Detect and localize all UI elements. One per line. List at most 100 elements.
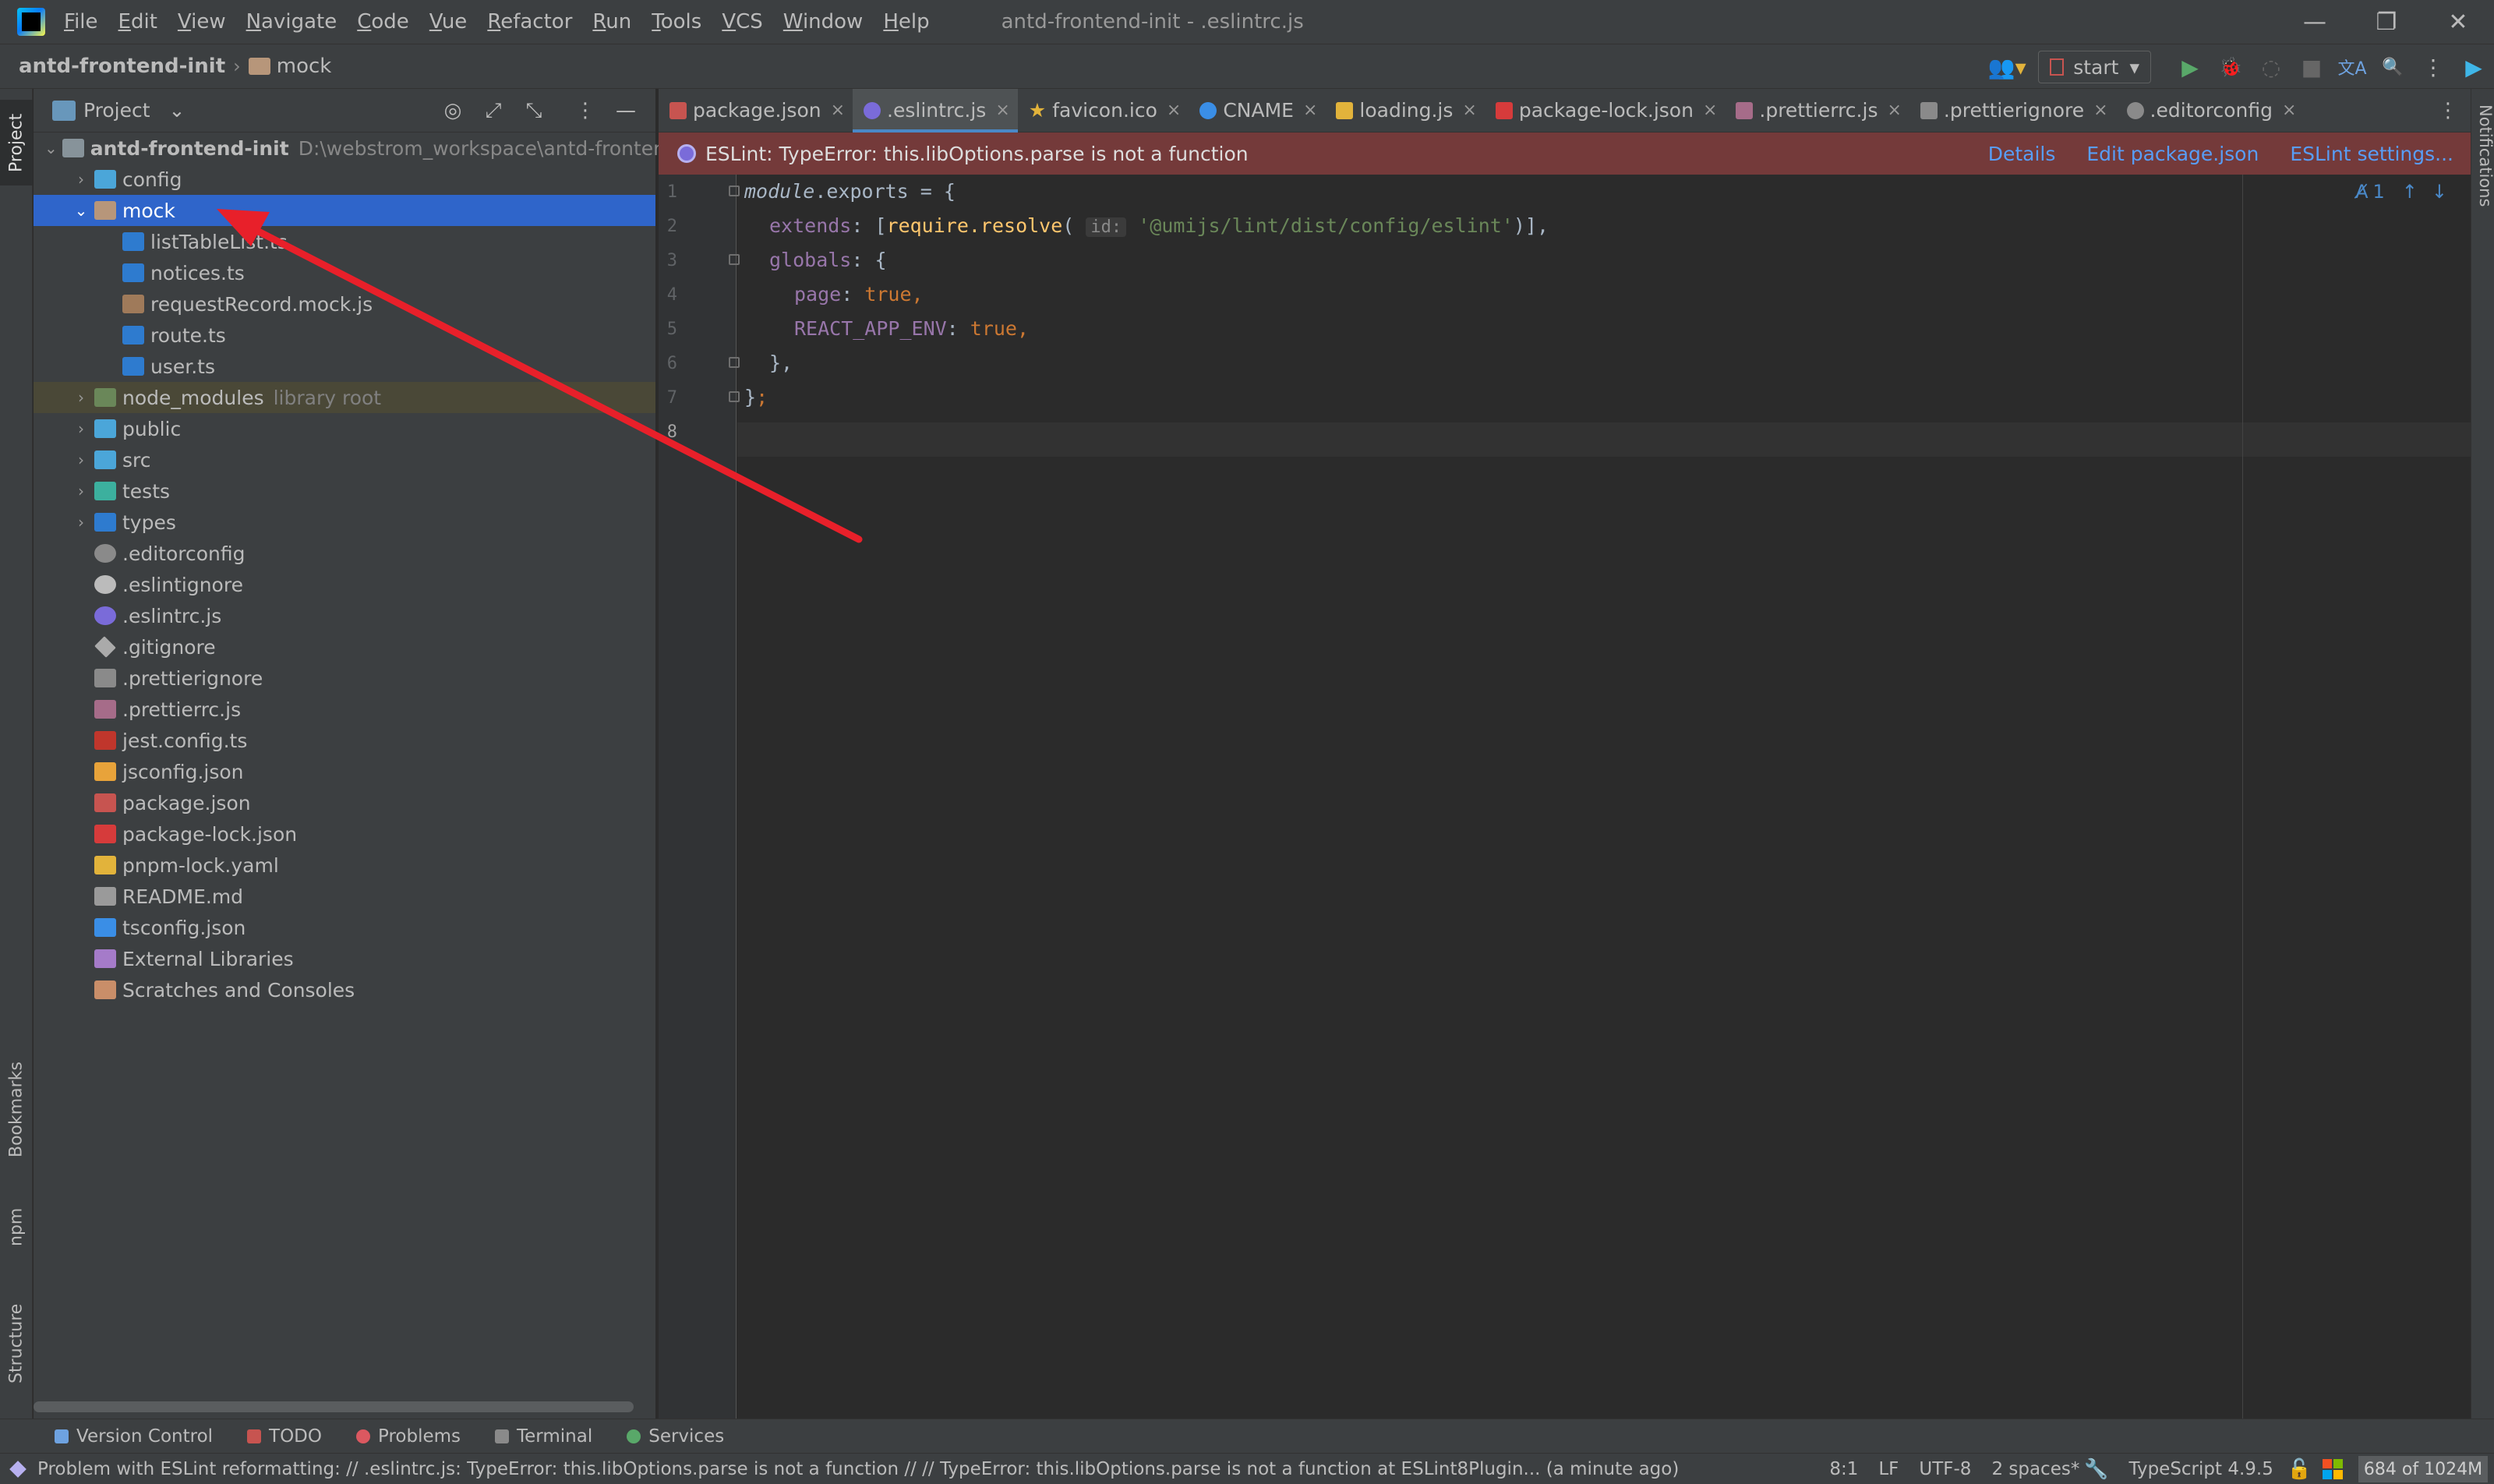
user-icon[interactable]: 👥▾ (1976, 44, 2038, 90)
tree-item-public[interactable]: › public (34, 413, 655, 444)
close-icon[interactable]: × (995, 101, 1009, 120)
menu-vcs[interactable]: VCS (719, 10, 765, 34)
version-control-button[interactable]: Version Control (55, 1426, 213, 1447)
details-link[interactable]: Details (1988, 143, 2056, 165)
tree-item-node-modules[interactable]: › node_modules library root (34, 382, 655, 413)
menu-run[interactable]: Run (589, 10, 634, 34)
terminal-button[interactable]: Terminal (495, 1426, 592, 1447)
hide-panel-icon[interactable]: — (606, 99, 646, 122)
project-tool-tab[interactable]: Project (0, 100, 33, 186)
eslint-settings-link[interactable]: ESLint settings... (2290, 143, 2453, 165)
arrow-up-icon[interactable]: ↑ (2402, 181, 2418, 203)
breadcrumb-project[interactable]: antd-frontend-init (19, 55, 225, 78)
menu-navigate[interactable]: Navigate (243, 10, 341, 34)
close-icon[interactable]: × (1167, 101, 1181, 120)
coverage-icon[interactable]: ◌ (2251, 44, 2291, 90)
problems-button[interactable]: Problems (356, 1426, 461, 1447)
tree-item-mock[interactable]: ⌄ mock (34, 195, 655, 226)
tab-eslintrc[interactable]: .eslintrc.js × (853, 88, 1018, 132)
menu-edit[interactable]: Edit (115, 10, 161, 34)
wrench-icon[interactable]: 🔧 (2084, 1458, 2108, 1481)
tree-item-requestrecord[interactable]: requestRecord.mock.js (34, 288, 655, 320)
chevron-down-icon[interactable]: ⌄ (44, 139, 58, 157)
translate-icon[interactable]: 文A (2332, 44, 2372, 90)
search-icon[interactable]: 🔍 (2372, 44, 2413, 90)
options-icon[interactable]: ⋮ (565, 99, 606, 122)
menu-tools[interactable]: Tools (648, 10, 705, 34)
code-editor[interactable]: 1 2 3 4 5 6 7 8 module.exports = { exten… (659, 175, 2471, 1422)
indent-settings[interactable]: 2 spaces* (1991, 1459, 2079, 1479)
tab-editorconfig[interactable]: .editorconfig × (2116, 89, 2305, 132)
tree-item-root[interactable]: ⌄ antd-frontend-init D:\webstrom_workspa… (34, 132, 698, 164)
breadcrumb-mock[interactable]: mock (248, 55, 331, 78)
locate-icon[interactable]: ◎ (433, 99, 473, 122)
services-button[interactable]: Services (627, 1426, 724, 1447)
npm-tool-tab[interactable]: npm (0, 1196, 33, 1258)
tree-item-package-lock[interactable]: package-lock.json (34, 818, 655, 850)
tree-item-prettierrc[interactable]: .prettierrc.js (34, 694, 655, 725)
close-icon[interactable]: × (1303, 101, 1317, 120)
stop-icon[interactable]: ■ (2291, 44, 2332, 90)
menu-code[interactable]: Code (354, 10, 412, 34)
memory-indicator[interactable]: 684 of 1024M (2358, 1456, 2488, 1482)
tree-item-src[interactable]: › src (34, 444, 655, 475)
tree-item-jsconfig[interactable]: jsconfig.json (34, 756, 655, 787)
structure-tool-tab[interactable]: Structure (0, 1289, 33, 1398)
tab-favicon[interactable]: ★ favicon.ico × (1018, 89, 1189, 132)
tree-item-readme[interactable]: README.md (34, 881, 655, 912)
ai-assistant-icon[interactable]: ▶ (2453, 44, 2494, 90)
tree-item-gitignore[interactable]: .gitignore (34, 631, 655, 662)
tree-item-notices[interactable]: notices.ts (34, 257, 655, 288)
tab-loading-js[interactable]: loading.js × (1325, 89, 1484, 132)
arrow-down-icon[interactable]: ↓ (2432, 181, 2447, 203)
bookmarks-tool-tab[interactable]: Bookmarks (0, 1048, 33, 1172)
tree-item-prettierignore[interactable]: .prettierignore (34, 662, 655, 694)
chevron-right-icon[interactable]: › (72, 388, 90, 407)
menu-window[interactable]: Window (780, 10, 867, 34)
inspection-widget[interactable]: A̸ 1 ↑ ↓ (2355, 181, 2447, 203)
close-icon[interactable]: × (1887, 101, 1901, 120)
tree-item-eslintignore[interactable]: .eslintignore (34, 569, 655, 600)
language-service[interactable]: TypeScript 4.9.5 (2128, 1459, 2273, 1479)
chevron-right-icon[interactable]: › (72, 482, 90, 500)
tree-item-pnpm-lock[interactable]: pnpm-lock.yaml (34, 850, 655, 881)
close-icon[interactable]: × (2093, 101, 2107, 120)
edit-package-json-link[interactable]: Edit package.json (2086, 143, 2259, 165)
tabs-more-icon[interactable]: ⋮ (2438, 89, 2458, 132)
file-encoding[interactable]: UTF-8 (1919, 1459, 1971, 1479)
chevron-down-icon[interactable]: ⌄ (169, 99, 185, 122)
tree-item-external-libraries[interactable]: External Libraries (34, 943, 655, 974)
tree-item-jest-config[interactable]: jest.config.ts (34, 725, 655, 756)
tree-item-package-json[interactable]: package.json (34, 787, 655, 818)
chevron-right-icon[interactable]: › (72, 419, 90, 438)
fold-marker-icon[interactable] (729, 186, 740, 196)
tree-item-user[interactable]: user.ts (34, 351, 655, 382)
run-config-selector[interactable]: start ▾ (2038, 51, 2151, 83)
chevron-right-icon[interactable]: › (72, 450, 90, 469)
tab-prettierrc[interactable]: .prettierrc.js × (1725, 89, 1909, 132)
status-message[interactable]: Problem with ESLint reformatting: // .es… (37, 1459, 1679, 1479)
minimize-button[interactable]: — (2279, 0, 2351, 44)
caret-position[interactable]: 8:1 (1829, 1459, 1858, 1479)
tab-prettierignore[interactable]: .prettierignore × (1909, 89, 2116, 132)
fold-marker-icon[interactable] (729, 391, 740, 402)
menu-view[interactable]: View (175, 10, 229, 34)
menu-vue[interactable]: Vue (426, 10, 471, 34)
tab-cname[interactable]: CNAME × (1189, 89, 1325, 132)
tree-item-route[interactable]: route.ts (34, 320, 655, 351)
tree-item-scratches[interactable]: Scratches and Consoles (34, 974, 655, 1005)
menu-file[interactable]: File (61, 10, 101, 34)
debug-icon[interactable]: 🐞 (2210, 44, 2251, 90)
menu-refactor[interactable]: Refactor (484, 10, 575, 34)
tab-package-lock[interactable]: package-lock.json × (1485, 89, 1726, 132)
chevron-right-icon[interactable]: › (72, 170, 90, 189)
tree-item-tests[interactable]: › tests (34, 475, 655, 507)
restore-button[interactable]: ❐ (2351, 0, 2422, 44)
chevron-down-icon[interactable]: ⌄ (72, 201, 90, 220)
close-icon[interactable]: × (2282, 101, 2296, 120)
fold-marker-icon[interactable] (729, 357, 740, 368)
lock-icon[interactable]: 🔓 (2287, 1458, 2312, 1481)
close-icon[interactable]: × (1462, 101, 1476, 120)
todo-button[interactable]: TODO (247, 1426, 322, 1447)
tree-item-types[interactable]: › types (34, 507, 655, 538)
